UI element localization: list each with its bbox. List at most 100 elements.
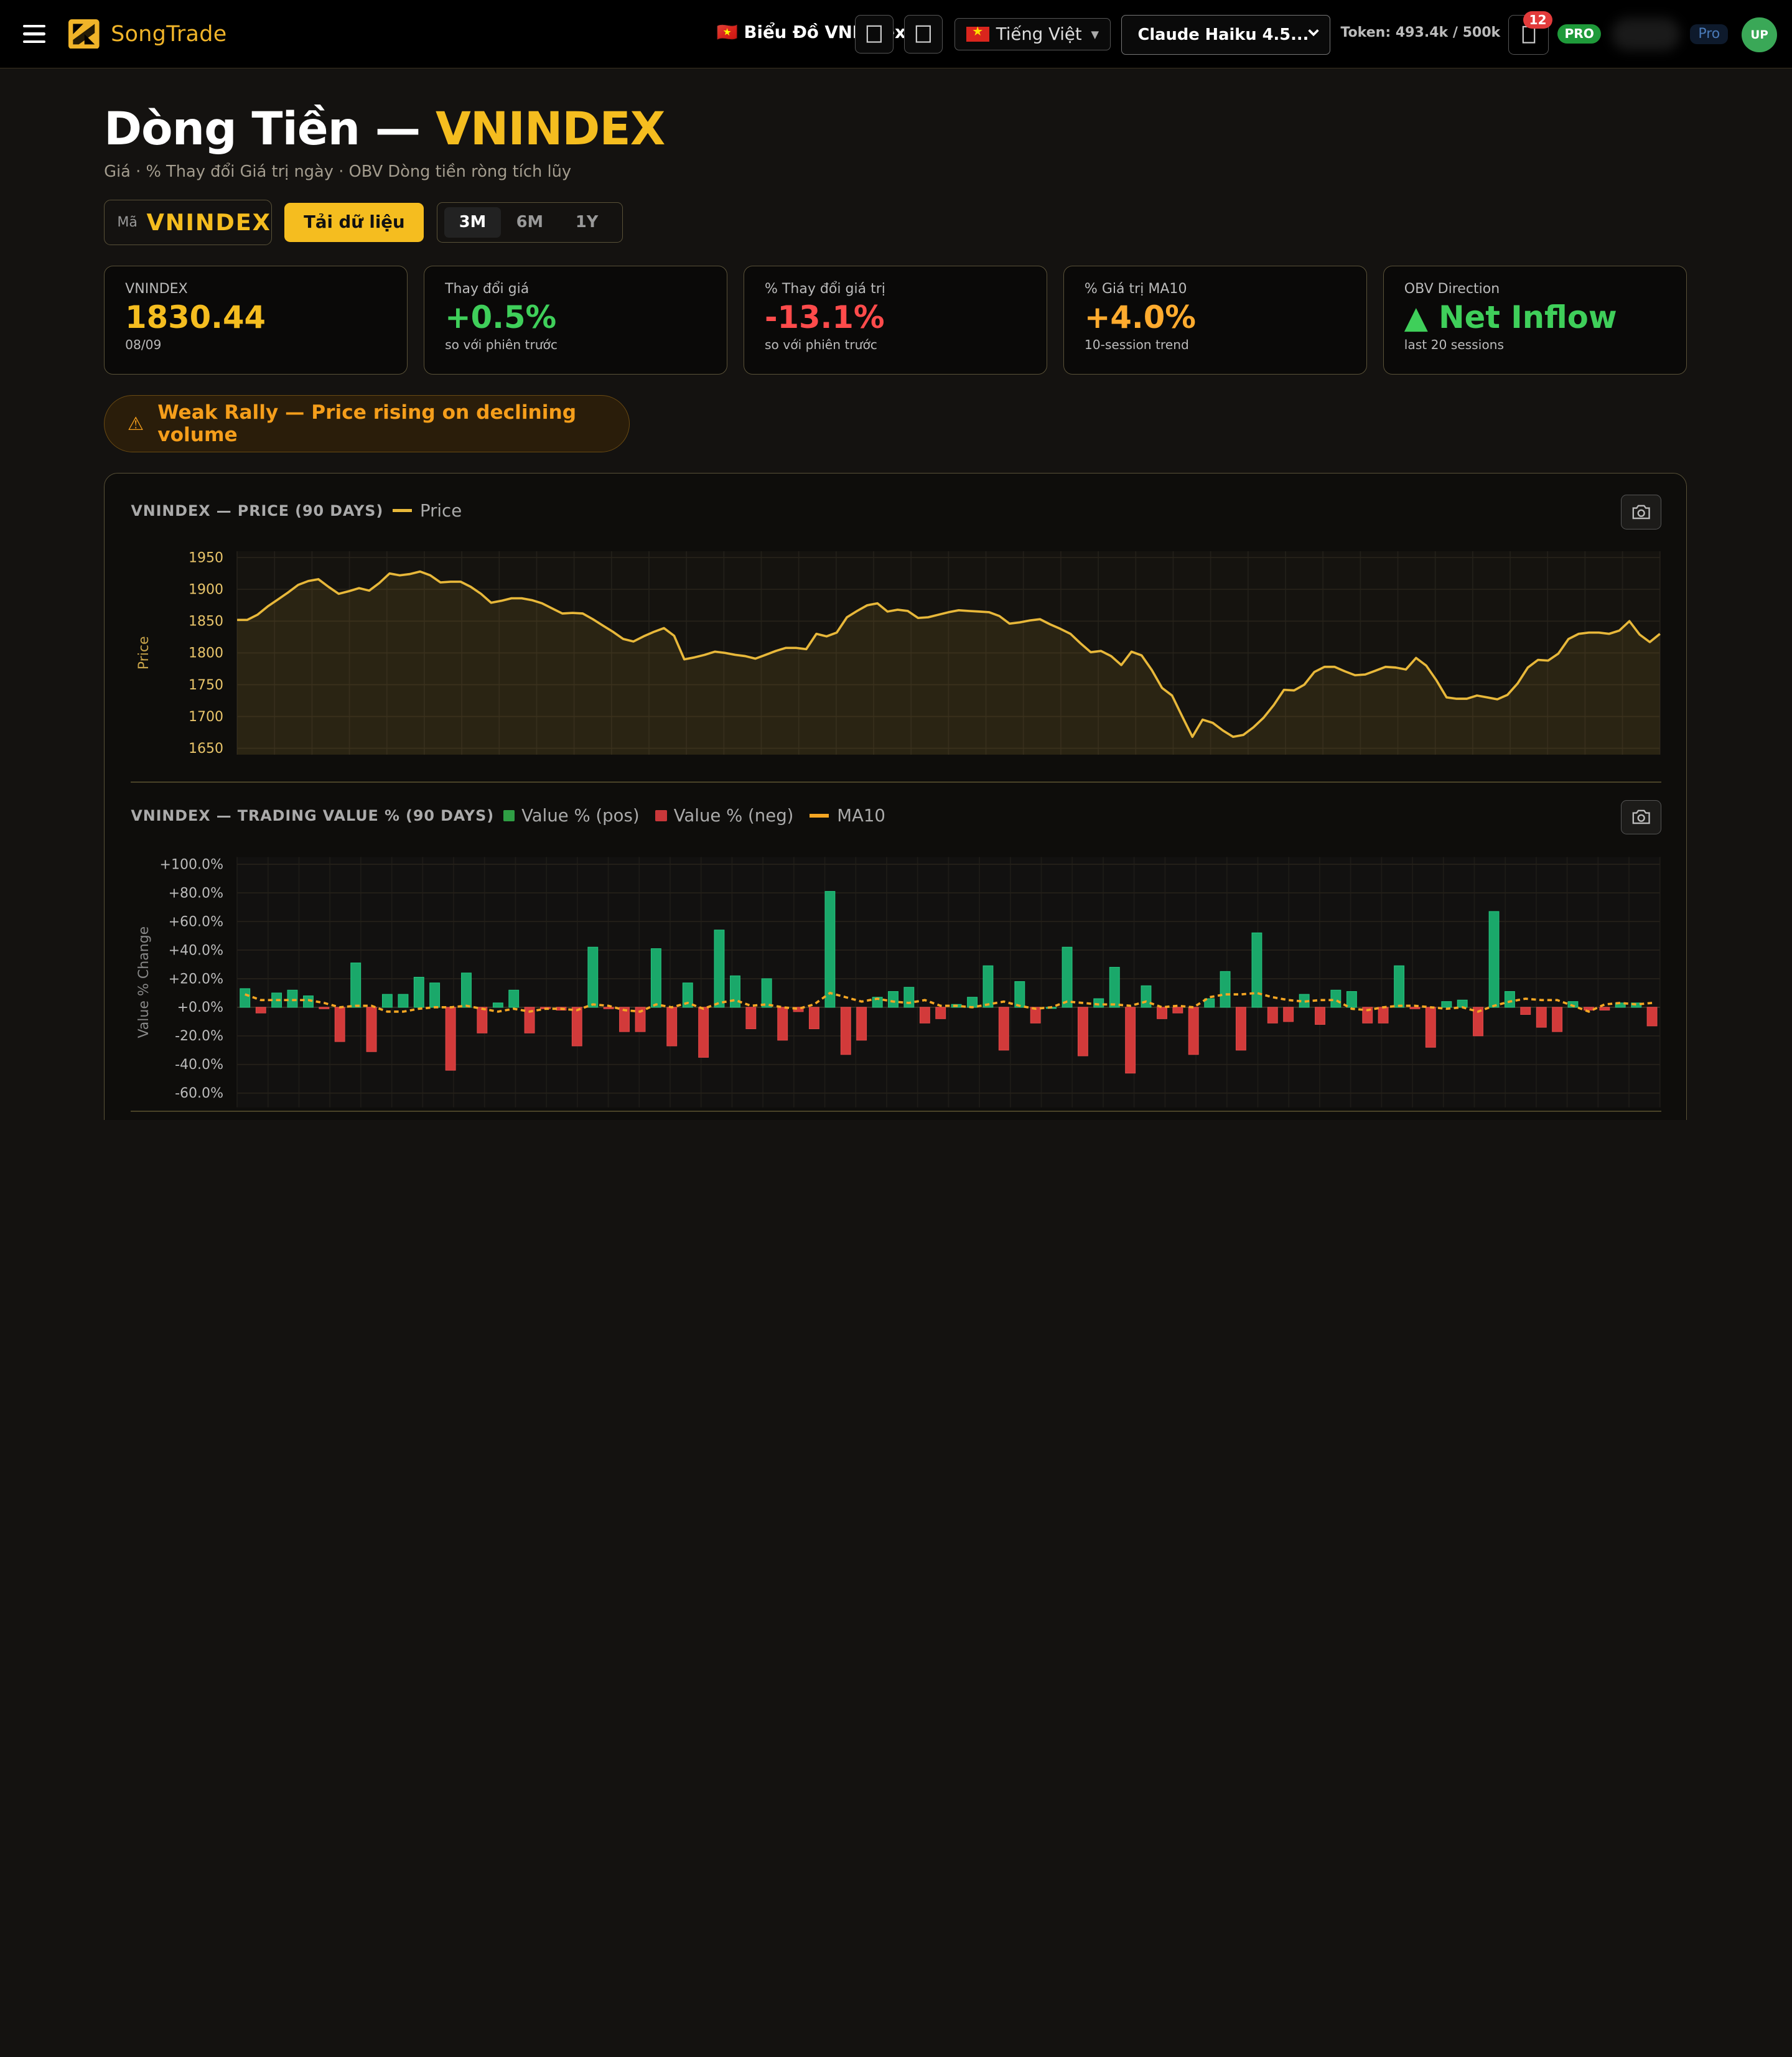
model-label: Claude Haiku 4.5... <box>1137 26 1309 45</box>
page-title: Dòng Tiền — VNINDEX <box>104 103 1687 156</box>
value-bar-negative <box>1409 1007 1421 1009</box>
y-tick-label: -60.0% <box>175 1086 223 1101</box>
value-bar-negative <box>998 1007 1009 1051</box>
value-bar-positive <box>824 891 836 1008</box>
value-bar-negative <box>1236 1007 1246 1051</box>
logo-mark-icon <box>68 19 100 49</box>
range-1y-button[interactable]: 1Y <box>558 207 615 238</box>
y-tick-label: +40.0% <box>169 943 223 958</box>
value-bar-positive <box>982 965 994 1008</box>
theme-icon <box>915 26 931 44</box>
value-bar-positive <box>730 975 741 1008</box>
user-name-blurred <box>1611 18 1680 50</box>
alert-text: Weak Rally — Price rising on declining v… <box>157 401 577 446</box>
value-bar-positive <box>1488 911 1500 1008</box>
card-value: +4.0% <box>1084 299 1196 335</box>
token-usage: Token: 493.4k / 500k <box>1340 25 1501 41</box>
value-bar-positive <box>651 948 661 1008</box>
value-bar-negative <box>1520 1007 1531 1015</box>
range-6m-button[interactable]: 6M <box>501 207 558 238</box>
value-bar-positive <box>1394 965 1405 1008</box>
symbol-input[interactable]: Mã VNINDEX <box>104 199 273 246</box>
y-tick-label: -40.0% <box>175 1057 223 1073</box>
value-bar-positive <box>714 930 725 1008</box>
value-bar-positive <box>287 989 298 1008</box>
y-tick-label: +0.0% <box>177 1000 223 1015</box>
value-bar-negative <box>571 1007 582 1047</box>
value-bar-negative <box>1378 1007 1389 1024</box>
value-bar-positive <box>1505 991 1515 1008</box>
title-symbol: VNINDEX <box>435 103 665 156</box>
stat-card-price-change: Thay đổi giá +0.5% so với phiên trước <box>424 266 728 375</box>
card-label: OBV Direction <box>1404 281 1500 297</box>
plan-tag: Pro <box>1690 24 1729 44</box>
y-tick-label: 1850 <box>189 613 223 629</box>
value-bar-negative <box>1078 1007 1088 1056</box>
stat-card-value-change: % Thay đổi giá trị -13.1% so với phiên t… <box>743 266 1048 375</box>
vietnam-flag-icon <box>966 24 989 42</box>
symbol-value: VNINDEX <box>146 208 271 236</box>
card-sub: 08/09 <box>125 337 162 353</box>
value-bar-negative <box>319 1007 330 1009</box>
layout-toggle-button[interactable] <box>854 14 894 54</box>
value-bar-negative <box>777 1007 788 1041</box>
value-bar-positive <box>398 994 409 1008</box>
model-select[interactable]: Claude Haiku 4.5... <box>1121 14 1330 55</box>
value-bar-negative <box>666 1007 678 1047</box>
value-bar-positive <box>429 982 441 1008</box>
y-tick-label: +20.0% <box>169 971 223 987</box>
value-chart[interactable]: +100.0% +80.0% +60.0% +40.0% +20.0% +0.0% -20.… <box>105 784 1687 1120</box>
value-bar-positive <box>1109 967 1120 1008</box>
price-chart[interactable]: 1950 1900 1850 1800 1750 1700 1650 Price <box>105 473 1687 782</box>
brand-name: SongTrade <box>111 21 227 47</box>
value-bar-negative <box>1172 1007 1183 1014</box>
card-label: % Giá trị MA10 <box>1084 281 1187 297</box>
main-content: Dòng Tiền — VNINDEX Giá · % Thay đổi Giá… <box>104 68 1687 1120</box>
pro-badge: PRO <box>1557 24 1601 44</box>
card-label: % Thay đổi giá trị <box>764 281 885 297</box>
theme-toggle-button[interactable] <box>903 14 943 54</box>
value-bar-negative <box>1552 1007 1563 1032</box>
weak-rally-alert: ⚠ Weak Rally — Price rising on declining… <box>104 394 630 452</box>
value-bar-positive <box>382 994 393 1008</box>
card-value: ▲ Net Inflow <box>1404 299 1617 335</box>
value-bar-negative <box>603 1007 614 1009</box>
value-bar-negative <box>935 1007 946 1019</box>
y-tick-label: 1800 <box>189 645 223 661</box>
value-bar-positive <box>1251 932 1262 1008</box>
load-data-button[interactable]: Tải dữ liệu <box>284 203 424 242</box>
value-bar-negative <box>920 1007 930 1024</box>
notification-count-badge: 12 <box>1523 11 1552 29</box>
page-subtitle: Giá · % Thay đổi Giá trị ngày · OBV Dòng… <box>104 162 572 182</box>
value-bar-negative <box>366 1007 377 1052</box>
avatar[interactable]: UP <box>1742 17 1778 53</box>
value-bar-negative <box>1283 1007 1294 1022</box>
y-tick-label: 1750 <box>189 677 223 693</box>
chevron-down-icon <box>1308 29 1319 37</box>
value-bar-negative <box>1157 1007 1168 1019</box>
card-sub: so với phiên trước <box>445 337 558 353</box>
value-bar-negative <box>698 1007 709 1058</box>
y-tick-label: +100.0% <box>160 857 223 873</box>
stat-card-index: VNINDEX 1830.44 08/09 <box>104 266 408 375</box>
menu-icon[interactable] <box>22 24 46 44</box>
y-tick-label: 1700 <box>189 709 223 724</box>
value-bar-positive <box>508 989 520 1008</box>
value-bar-positive <box>1014 981 1025 1008</box>
value-bar-negative <box>1315 1007 1326 1025</box>
brand-logo[interactable]: SongTrade <box>68 19 226 49</box>
y-axis-label: Value % Change <box>136 926 152 1038</box>
warning-icon: ⚠ <box>127 413 144 434</box>
language-select[interactable]: Tiếng Việt ▼ <box>954 18 1111 50</box>
value-bar-positive <box>1141 985 1152 1008</box>
value-bar-positive <box>967 997 978 1008</box>
chevron-down-icon: ▼ <box>1091 28 1099 40</box>
range-3m-button[interactable]: 3M <box>444 207 502 238</box>
value-bar-negative <box>840 1007 851 1055</box>
app-root: SongTrade 🇻🇳 Biểu Đồ VNIndex Tiếng Việt … <box>0 0 1792 1120</box>
title-prefix: Dòng Tiền — <box>104 103 436 156</box>
card-value: +0.5% <box>445 299 557 335</box>
top-bar: SongTrade 🇻🇳 Biểu Đồ VNIndex Tiếng Việt … <box>0 0 1792 69</box>
value-bar-positive <box>1330 989 1342 1008</box>
value-bar-positive <box>240 988 251 1008</box>
